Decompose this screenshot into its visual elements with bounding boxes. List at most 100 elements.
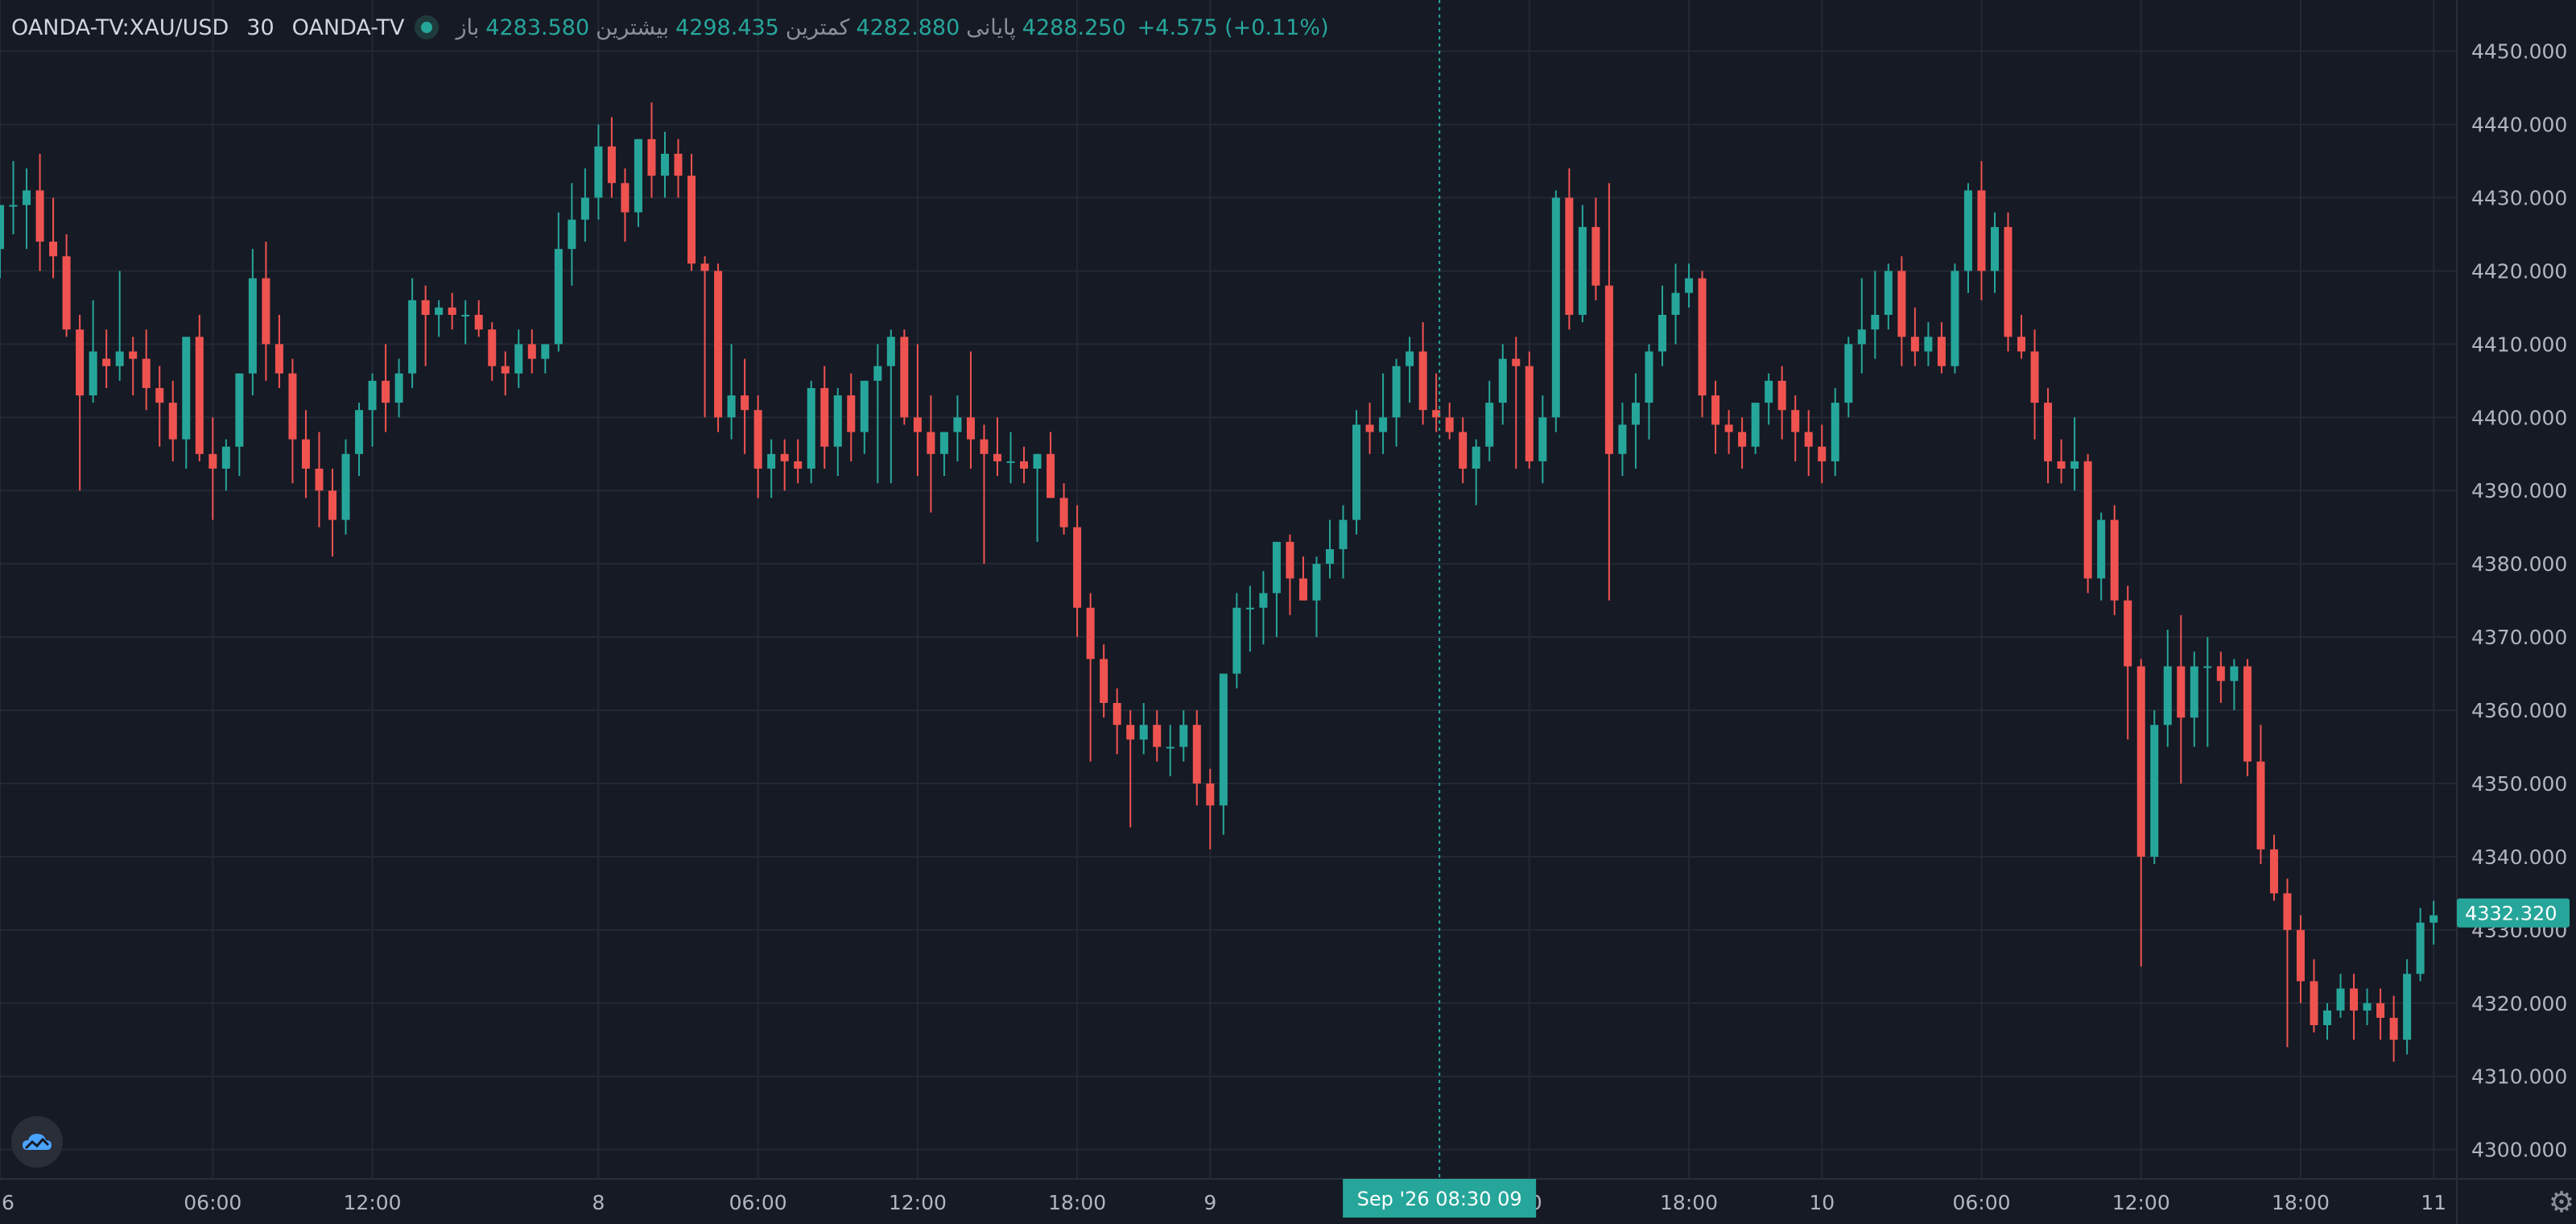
candle[interactable] bbox=[155, 366, 164, 447]
candle[interactable] bbox=[435, 300, 444, 337]
candle[interactable] bbox=[780, 439, 789, 491]
candle[interactable] bbox=[700, 256, 709, 418]
candle[interactable] bbox=[2310, 959, 2318, 1033]
candle[interactable] bbox=[2376, 988, 2385, 1040]
candle[interactable] bbox=[2163, 630, 2172, 747]
candle[interactable] bbox=[1459, 417, 1468, 484]
candle[interactable] bbox=[1339, 505, 1348, 579]
candle[interactable] bbox=[2283, 879, 2292, 1048]
candle[interactable] bbox=[1525, 351, 1534, 469]
candle[interactable] bbox=[1326, 519, 1334, 579]
candle[interactable] bbox=[886, 329, 895, 484]
candle[interactable] bbox=[235, 373, 244, 477]
candle[interactable] bbox=[2110, 505, 2119, 615]
candle[interactable] bbox=[661, 131, 669, 198]
candle[interactable] bbox=[980, 424, 989, 564]
candle[interactable] bbox=[1100, 644, 1108, 718]
candle[interactable] bbox=[1206, 768, 1215, 850]
candle[interactable] bbox=[1857, 278, 1866, 374]
candle[interactable] bbox=[2177, 614, 2186, 784]
candle[interactable] bbox=[1937, 322, 1946, 374]
candle[interactable] bbox=[221, 439, 230, 491]
candle[interactable] bbox=[1818, 424, 1827, 484]
candle[interactable] bbox=[687, 153, 696, 271]
candle[interactable] bbox=[741, 358, 749, 454]
candle[interactable] bbox=[939, 432, 948, 477]
candle[interactable] bbox=[647, 102, 656, 198]
candle[interactable] bbox=[2044, 387, 2053, 484]
candle[interactable] bbox=[1153, 710, 1162, 762]
candle[interactable] bbox=[2017, 315, 2026, 359]
candle[interactable] bbox=[2323, 1003, 2331, 1040]
candle[interactable] bbox=[1286, 534, 1294, 615]
candle[interactable] bbox=[1392, 358, 1401, 447]
candle[interactable] bbox=[1445, 403, 1454, 440]
candle[interactable] bbox=[1020, 446, 1029, 484]
candle[interactable] bbox=[2336, 974, 2345, 1018]
candle[interactable] bbox=[328, 468, 336, 557]
candle[interactable] bbox=[1272, 541, 1281, 638]
candle[interactable] bbox=[527, 329, 536, 374]
candle[interactable] bbox=[674, 139, 683, 198]
candle[interactable] bbox=[1365, 403, 1374, 454]
candle[interactable] bbox=[2389, 995, 2398, 1062]
candle[interactable] bbox=[2403, 959, 2412, 1055]
candle[interactable] bbox=[541, 344, 550, 374]
candle[interactable] bbox=[2136, 659, 2145, 967]
candle[interactable] bbox=[1472, 439, 1480, 506]
candle[interactable] bbox=[1645, 344, 1653, 440]
candle[interactable] bbox=[900, 329, 909, 425]
candle[interactable] bbox=[807, 380, 815, 484]
candle[interactable] bbox=[873, 344, 882, 484]
candle[interactable] bbox=[1166, 725, 1174, 776]
candle[interactable] bbox=[580, 168, 589, 242]
candle[interactable] bbox=[1711, 380, 1720, 454]
candle[interactable] bbox=[2030, 329, 2039, 440]
candle[interactable] bbox=[860, 380, 869, 454]
candle[interactable] bbox=[753, 395, 762, 498]
candle[interactable] bbox=[408, 278, 417, 388]
candle[interactable] bbox=[262, 242, 270, 381]
candle[interactable] bbox=[966, 351, 975, 469]
candle[interactable] bbox=[1963, 183, 1972, 293]
candle[interactable] bbox=[2216, 651, 2225, 703]
candle[interactable] bbox=[421, 285, 430, 366]
candle[interactable] bbox=[847, 373, 856, 461]
candle[interactable] bbox=[2350, 974, 2359, 1040]
candle[interactable] bbox=[1179, 710, 1188, 762]
candle[interactable] bbox=[554, 212, 563, 352]
market-status-icon[interactable] bbox=[414, 15, 439, 39]
candle[interactable] bbox=[1871, 271, 1880, 359]
candle[interactable] bbox=[2296, 915, 2305, 1003]
candle[interactable] bbox=[35, 153, 44, 271]
gear-icon[interactable]: ⚙ bbox=[2544, 1185, 2576, 1221]
candle[interactable] bbox=[714, 263, 723, 432]
candle[interactable] bbox=[1192, 710, 1201, 806]
candle[interactable] bbox=[927, 395, 935, 513]
candle[interactable] bbox=[1551, 190, 1560, 432]
candle[interactable] bbox=[1698, 271, 1707, 418]
candle[interactable] bbox=[195, 315, 204, 461]
candle[interactable] bbox=[1219, 673, 1228, 835]
candle[interactable] bbox=[1538, 395, 1547, 484]
candle[interactable] bbox=[1406, 337, 1414, 403]
candle[interactable] bbox=[953, 395, 962, 461]
candle[interactable] bbox=[1259, 571, 1268, 645]
candle[interactable] bbox=[0, 205, 4, 279]
candle[interactable] bbox=[1352, 410, 1361, 535]
candle[interactable] bbox=[1738, 417, 1747, 469]
candle[interactable] bbox=[1578, 205, 1587, 323]
candle[interactable] bbox=[62, 234, 71, 337]
candle[interactable] bbox=[2190, 651, 2198, 747]
candle[interactable] bbox=[1791, 395, 1800, 461]
candle[interactable] bbox=[2256, 725, 2265, 864]
candle[interactable] bbox=[1777, 366, 1786, 440]
candle[interactable] bbox=[115, 271, 124, 381]
candle[interactable] bbox=[727, 344, 736, 440]
candle[interactable] bbox=[1910, 307, 1919, 366]
candle[interactable] bbox=[341, 439, 350, 535]
candle[interactable] bbox=[1113, 688, 1121, 755]
candle[interactable] bbox=[208, 417, 217, 520]
candle[interactable] bbox=[168, 380, 177, 461]
candle[interactable] bbox=[1831, 387, 1839, 477]
